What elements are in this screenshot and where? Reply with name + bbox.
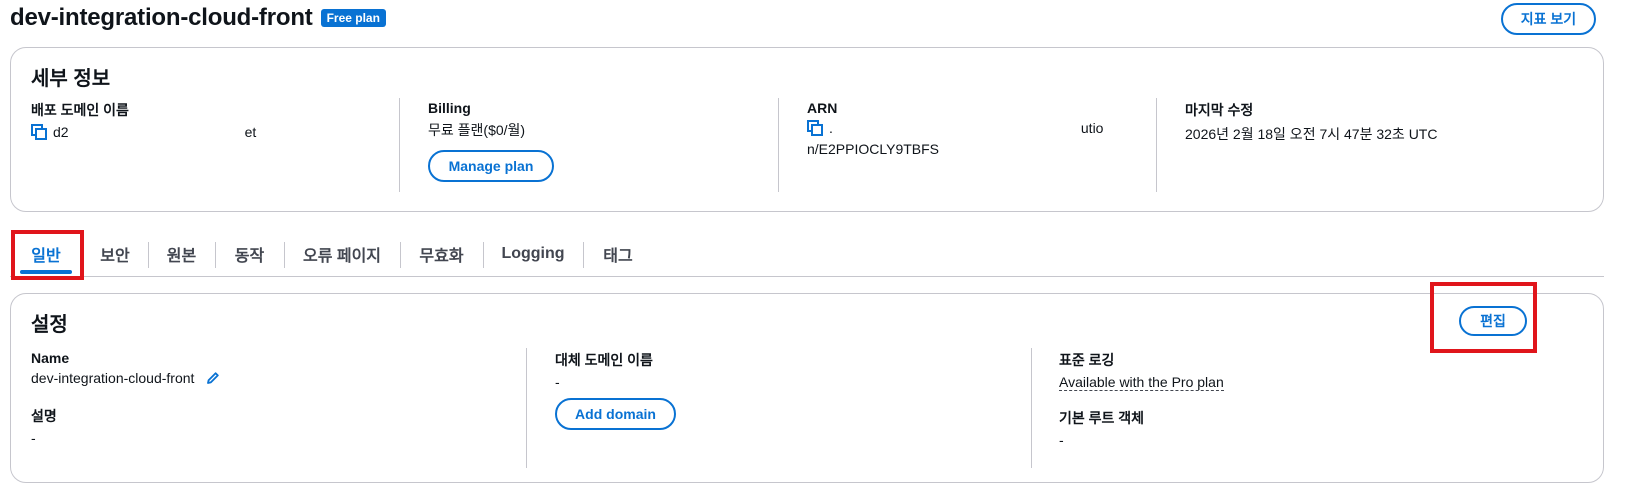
divider — [526, 348, 527, 468]
domain-value-start: d2 — [53, 124, 69, 141]
domain-value-end: et — [244, 124, 257, 141]
divider — [778, 98, 779, 192]
manage-plan-button[interactable]: Manage plan — [428, 150, 554, 182]
highlight-box — [1430, 282, 1537, 353]
tab-invalidations[interactable]: 무효화 — [400, 232, 483, 276]
description-value: - — [31, 429, 36, 446]
tab-security[interactable]: 보안 — [82, 232, 148, 276]
arn-column: ARN . utio n/E2PPIOCLY9TBFS — [807, 100, 1103, 157]
modified-column: 마지막 수정 2026년 2월 18일 오전 7시 47분 32초 UTC — [1185, 100, 1437, 144]
name-column: Name dev-integration-cloud-front 설명 - — [31, 350, 220, 446]
modified-value: 2026년 2월 18일 오전 7시 47분 32초 UTC — [1185, 126, 1438, 142]
root-object-value: - — [1059, 432, 1064, 448]
domain-column: 배포 도메인 이름 d2 et — [31, 100, 256, 143]
add-domain-button[interactable]: Add domain — [555, 398, 676, 430]
tab-bar: 일반 보안 원본 동작 오류 페이지 무효화 Logging 태그 — [10, 232, 1604, 277]
billing-column: Billing 무료 플랜($0/월) Manage plan — [428, 100, 554, 182]
arn-value-start: . — [829, 120, 833, 137]
tab-tags[interactable]: 태그 — [583, 232, 653, 276]
divider — [399, 98, 400, 192]
billing-label: Billing — [428, 100, 471, 116]
details-heading: 세부 정보 — [31, 68, 111, 90]
divider — [1031, 348, 1032, 468]
arn-value-line2: n/E2PPIOCLY9TBFS — [807, 141, 940, 157]
root-object-label: 기본 루트 객체 — [1059, 410, 1145, 426]
std-logging-label: 표준 로깅 — [1059, 352, 1115, 368]
pencil-icon[interactable] — [206, 371, 220, 388]
alt-domain-column: 대체 도메인 이름 - Add domain — [555, 350, 676, 430]
name-value-row: dev-integration-cloud-front — [31, 370, 220, 388]
copy-icon[interactable] — [807, 120, 823, 139]
highlight-box — [11, 230, 84, 280]
tab-logging[interactable]: Logging — [483, 232, 583, 276]
page-header: dev-integration-cloud-front Free plan — [10, 4, 386, 32]
name-value: dev-integration-cloud-front — [31, 370, 195, 386]
settings-heading: 설정 — [31, 314, 68, 336]
view-metrics-button[interactable]: 지표 보기 — [1501, 3, 1596, 35]
plan-badge: Free plan — [320, 9, 386, 27]
tab-behaviors[interactable]: 동작 — [215, 232, 284, 276]
page-title: dev-integration-cloud-front — [10, 4, 313, 31]
std-logging-value[interactable]: Available with the Pro plan — [1059, 374, 1224, 391]
arn-value: . utio — [807, 120, 1103, 139]
name-label: Name — [31, 350, 70, 366]
alt-domain-label: 대체 도메인 이름 — [555, 352, 653, 368]
modified-label: 마지막 수정 — [1185, 102, 1254, 118]
domain-value: d2 et — [31, 124, 256, 143]
tab-origins[interactable]: 원본 — [148, 232, 215, 276]
details-panel: 세부 정보 배포 도메인 이름 d2 et Billing 무료 플랜($0/월)… — [10, 47, 1604, 212]
domain-label: 배포 도메인 이름 — [31, 102, 129, 118]
arn-label: ARN — [807, 100, 838, 116]
arn-value-end: utio — [1080, 120, 1104, 137]
billing-value: 무료 플랜($0/월) — [428, 122, 526, 138]
alt-domain-value: - — [555, 374, 560, 390]
divider — [1156, 98, 1157, 192]
tab-error-pages[interactable]: 오류 페이지 — [284, 232, 400, 276]
settings-panel: 설정 Name dev-integration-cloud-front 설명 -… — [10, 293, 1604, 483]
description-label: 설명 — [31, 407, 57, 424]
copy-icon[interactable] — [31, 124, 47, 143]
logging-column: 표준 로깅 Available with the Pro plan 기본 루트 … — [1059, 350, 1224, 448]
